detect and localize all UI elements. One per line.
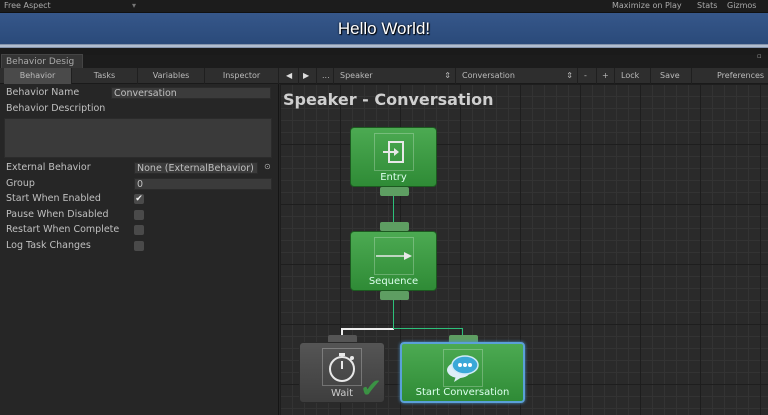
log-task-changes-label: Log Task Changes <box>6 240 91 251</box>
restart-when-complete-label: Restart When Complete <box>6 224 120 235</box>
game-view-toolbar: Free Aspect ▾ Maximize on Play Stats Giz… <box>0 0 768 13</box>
success-checkmark-icon: ✔ <box>360 374 382 404</box>
dropdown-arrow-icon: ▾ <box>132 1 137 10</box>
pause-when-disabled-label: Pause When Disabled <box>6 209 109 220</box>
entry-label: Entry <box>380 172 407 183</box>
external-behavior-field[interactable]: None (ExternalBehavior) <box>134 162 258 174</box>
lock-button[interactable]: Lock <box>617 68 651 84</box>
game-view: Hello World! <box>0 13 768 44</box>
connection-line <box>393 196 394 222</box>
object-dropdown[interactable]: Speaker ⇕ <box>336 68 456 84</box>
back-button[interactable]: ◀ <box>282 68 299 84</box>
connection-line <box>341 328 394 330</box>
object-label: Speaker <box>340 71 373 80</box>
tab-tasks[interactable]: Tasks <box>72 68 138 84</box>
dropdown-arrows-icon: ⇕ <box>444 71 451 80</box>
restart-when-complete-checkbox[interactable] <box>134 225 144 235</box>
tree-label: Conversation <box>462 71 515 80</box>
hello-world-text: Hello World! <box>337 18 431 38</box>
input-connector[interactable] <box>380 222 409 231</box>
start-when-enabled-checkbox[interactable]: ✔ <box>134 194 144 204</box>
log-task-changes-checkbox[interactable] <box>134 241 144 251</box>
object-picker-icon[interactable]: ⊙ <box>264 162 271 171</box>
tab-variables[interactable]: Variables <box>138 68 205 84</box>
group-label: Group <box>6 178 35 189</box>
more-button[interactable]: ... <box>318 68 334 84</box>
maximize-on-play-toggle[interactable]: Maximize on Play <box>612 1 682 10</box>
toolbar: Behavior Tasks Variables Inspector ◀ ▶ .… <box>0 68 768 84</box>
entry-icon <box>373 133 414 171</box>
behavior-name-label: Behavior Name <box>6 87 80 98</box>
start-conversation-node[interactable]: Start Conversation <box>400 342 525 403</box>
maximize-icon[interactable]: ▫ <box>757 52 762 60</box>
preferences-button[interactable]: Preferences <box>713 68 768 84</box>
output-connector[interactable] <box>380 291 409 300</box>
tree-dropdown[interactable]: Conversation ⇕ <box>458 68 578 84</box>
tab-bar <box>0 55 768 68</box>
sequence-label: Sequence <box>368 276 419 287</box>
save-button[interactable]: Save <box>656 68 692 84</box>
tab-inspector[interactable]: Inspector <box>205 68 279 84</box>
behavior-name-input[interactable]: Conversation <box>111 87 271 99</box>
divider <box>0 48 768 55</box>
group-input[interactable]: 0 <box>134 178 272 190</box>
gizmos-dropdown[interactable]: Gizmos <box>727 1 756 10</box>
start-conversation-label: Start Conversation <box>415 387 510 398</box>
behavior-description-label: Behavior Description <box>6 103 106 114</box>
tab-behavior[interactable]: Behavior <box>4 68 72 84</box>
entry-node[interactable]: Entry <box>350 127 437 187</box>
forward-button[interactable]: ▶ <box>299 68 317 84</box>
stopwatch-icon <box>322 348 362 386</box>
speech-bubbles-icon <box>442 349 483 387</box>
add-tree-button[interactable]: + <box>598 68 615 84</box>
stats-toggle[interactable]: Stats <box>697 1 717 10</box>
output-connector[interactable] <box>380 187 409 196</box>
tab-behavior-designer[interactable]: Behavior Desig <box>1 54 83 69</box>
behavior-panel: Behavior Name Conversation Behavior Desc… <box>0 84 279 415</box>
connection-line <box>393 328 463 329</box>
graph-title: Speaker - Conversation <box>283 90 494 109</box>
aspect-dropdown[interactable]: Free Aspect <box>4 1 51 10</box>
pause-when-disabled-checkbox[interactable] <box>134 210 144 220</box>
behavior-description-input[interactable] <box>4 118 272 158</box>
wait-node[interactable]: Wait ✔ <box>299 342 385 404</box>
external-behavior-label: External Behavior <box>6 162 91 173</box>
remove-tree-button[interactable]: - <box>580 68 597 84</box>
dropdown-arrows-icon: ⇕ <box>566 71 573 80</box>
behavior-graph-canvas[interactable]: Speaker - Conversation Entry Sequence Wa… <box>280 84 768 415</box>
start-when-enabled-label: Start When Enabled <box>6 193 101 204</box>
connection-line <box>393 300 394 329</box>
sequence-node[interactable]: Sequence <box>350 231 437 291</box>
sequence-arrow-icon <box>373 237 414 275</box>
